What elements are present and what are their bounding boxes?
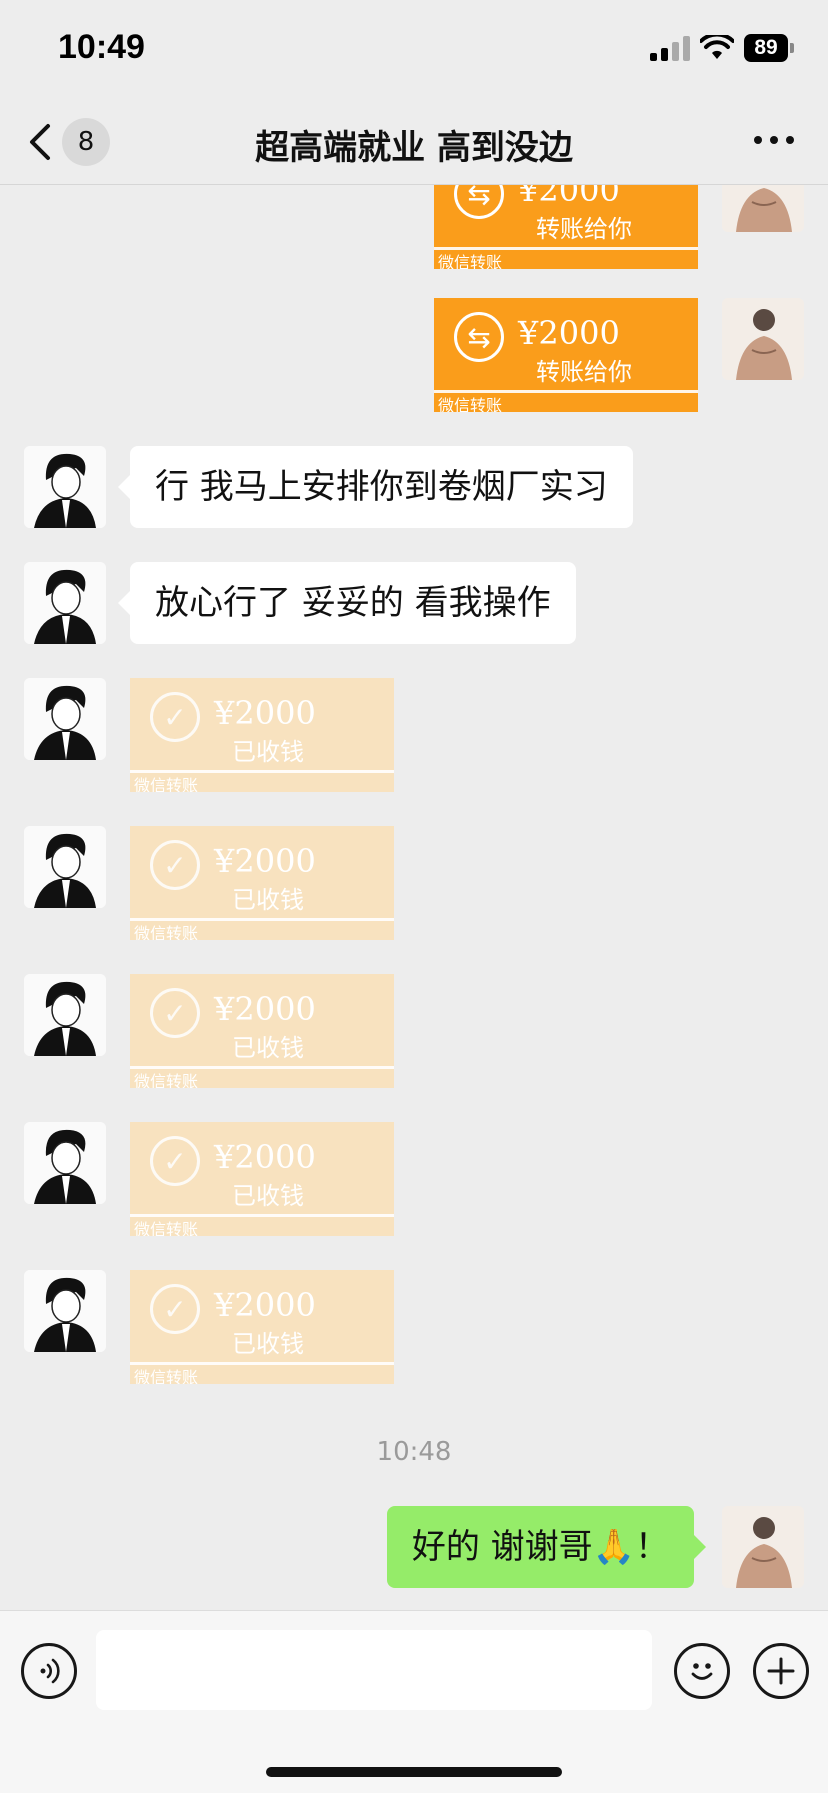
message-input-bar [0,1610,828,1793]
avatar-self[interactable] [722,185,804,232]
message-bubble-received[interactable]: 行 我马上安排你到卷烟厂实习 [118,446,633,528]
avatar-contact[interactable] [24,678,106,760]
transfer-card-received[interactable]: ✓ ¥2000 已收钱 微信转账 [130,678,394,792]
transfer-footer: 微信转账 [438,396,503,412]
transfer-footer: 微信转账 [134,924,199,940]
transfer-card-received[interactable]: ✓ ¥2000 已收钱 微信转账 [130,974,394,1088]
avatar-self[interactable] [722,1506,804,1588]
status-bar: 10:49 89 [0,0,828,100]
avatar-contact[interactable] [24,974,106,1056]
transfer-card-sent[interactable]: ⇆ ¥2000 转账给你 微信转账 [434,298,698,412]
battery-icon: 89 [744,34,794,62]
check-circle-icon: ✓ [150,840,200,890]
cellular-signal-icon [650,35,690,61]
avatar-self[interactable] [722,298,804,380]
battery-level: 89 [744,34,788,62]
transfer-status: 已收钱 [232,1034,304,1062]
transfer-card-sent[interactable]: ⇆ ¥2000 转账给你 微信转账 [434,185,698,269]
check-circle-icon: ✓ [150,692,200,742]
transfer-footer: 微信转账 [134,1220,199,1236]
transfer-amount: ¥2000 [214,694,316,732]
emoji-icon [691,1663,713,1680]
transfer-status: 已收钱 [232,886,304,914]
transfer-status: 已收钱 [232,738,304,766]
transfer-footer: 微信转账 [134,1368,199,1384]
chat-header: 8 超高端就业 高到没边 [0,100,828,185]
home-indicator[interactable] [266,1767,562,1777]
chat-messages[interactable]: ⇆ ¥2000 转账给你 微信转账 ⇆ ¥2000 转账给你 微信转账 行 我马… [0,185,828,1610]
transfer-amount: ¥2000 [518,185,620,209]
transfer-card-received[interactable]: ✓ ¥2000 已收钱 微信转账 [130,1270,394,1384]
plus-icon [767,1657,795,1685]
transfer-amount: ¥2000 [214,842,316,880]
message-bubble-received[interactable]: 放心行了 妥妥的 看我操作 [118,562,576,644]
voice-icon [40,1658,60,1684]
avatar-contact[interactable] [24,1122,106,1204]
transfer-footer: 微信转账 [438,253,503,269]
transfer-footer: 微信转账 [134,1072,199,1088]
transfer-status: 转账给你 [536,215,632,243]
transfer-footer: 微信转账 [134,776,199,792]
transfer-card-received[interactable]: ✓ ¥2000 已收钱 微信转账 [130,1122,394,1236]
wifi-icon [700,35,734,59]
transfer-status: 已收钱 [232,1182,304,1210]
check-circle-icon: ✓ [150,988,200,1038]
avatar-contact[interactable] [24,446,106,528]
avatar-contact[interactable] [24,826,106,908]
emoji-button[interactable] [674,1643,730,1699]
transfer-amount: ¥2000 [214,990,316,1028]
transfer-card-received[interactable]: ✓ ¥2000 已收钱 微信转账 [130,826,394,940]
chat-title: 超高端就业 高到没边 [255,128,573,168]
status-icons: 89 [650,34,794,62]
transfer-arrows-icon: ⇆ [454,312,504,362]
avatar-contact[interactable] [24,562,106,644]
check-circle-icon: ✓ [150,1284,200,1334]
transfer-amount: ¥2000 [518,314,620,352]
status-time: 10:49 [58,28,145,66]
transfer-amount: ¥2000 [214,1138,316,1176]
transfer-amount: ¥2000 [214,1286,316,1324]
message-input[interactable] [96,1630,652,1710]
transfer-status: 已收钱 [232,1330,304,1358]
more-dots-icon[interactable] [754,136,794,144]
transfer-arrows-icon: ⇆ [454,185,504,219]
check-circle-icon: ✓ [150,1136,200,1186]
avatar-contact[interactable] [24,1270,106,1352]
voice-button[interactable] [21,1643,77,1699]
message-timestamp: 10:48 [376,1437,452,1467]
message-bubble-sent[interactable]: 好的 谢谢哥🙏！ [386,1506,707,1588]
plus-button[interactable] [753,1643,809,1699]
transfer-status: 转账给你 [536,358,632,386]
